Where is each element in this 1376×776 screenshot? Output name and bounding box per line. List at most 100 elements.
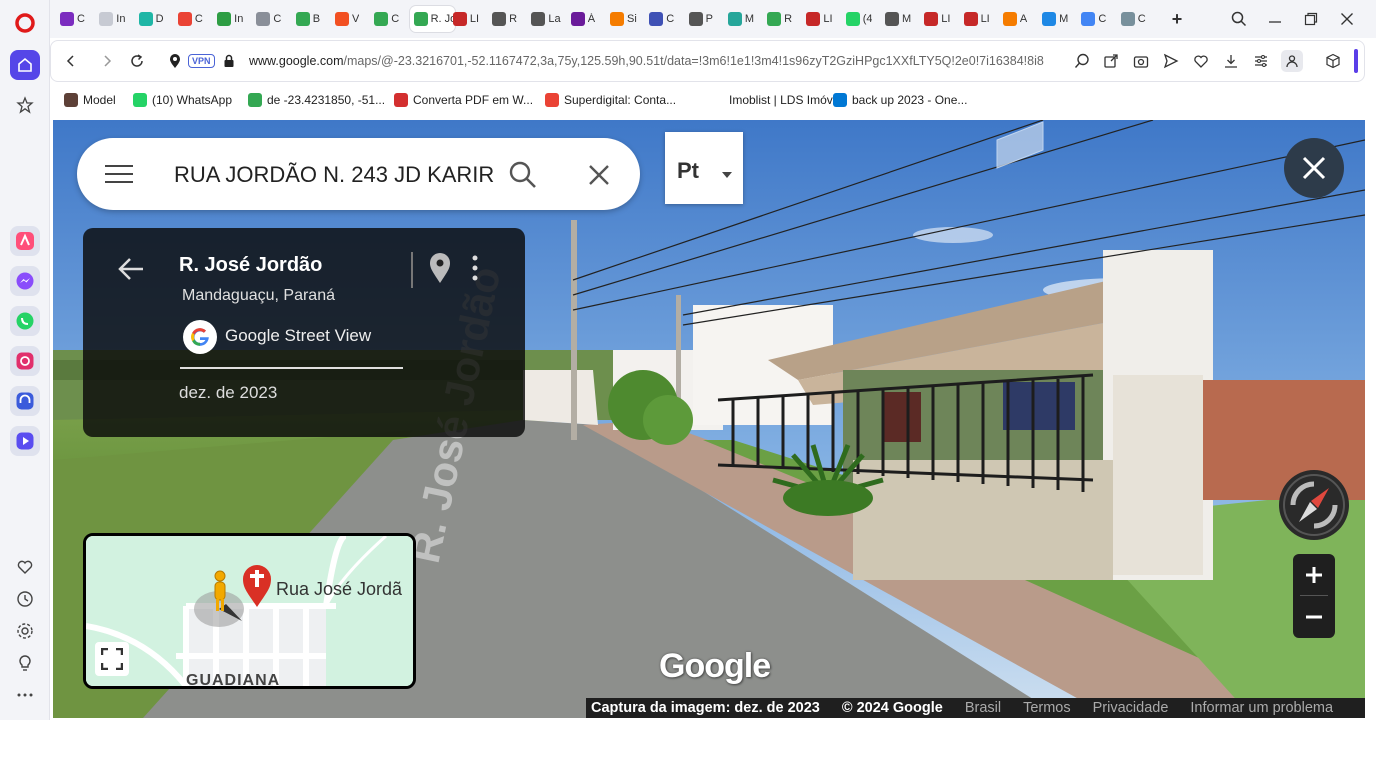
aria-icon[interactable] (10, 226, 40, 256)
browser-tab[interactable]: La (527, 6, 564, 32)
browser-tab[interactable]: R (763, 6, 800, 32)
minimize-icon[interactable] (1264, 8, 1286, 30)
history-clock-icon[interactable] (15, 589, 35, 609)
new-tab-plus-icon[interactable]: + (1166, 8, 1188, 30)
opera-logo-icon[interactable] (15, 13, 35, 33)
zoom-in-button[interactable] (1293, 554, 1335, 596)
bookmark-item[interactable]: de -23.4231850, -51... (248, 92, 385, 108)
dropdown-caret-icon[interactable] (721, 166, 733, 184)
zoom-search-icon[interactable] (1072, 51, 1092, 71)
menu-hamburger-icon[interactable] (105, 164, 133, 189)
bookmark-item[interactable]: Converta PDF em W... (394, 92, 533, 108)
extensions-cube-icon[interactable] (1323, 51, 1343, 71)
heart-bookmark-icon[interactable] (1191, 51, 1211, 71)
browser-tab[interactable]: C (1117, 6, 1154, 32)
browser-tab[interactable]: (4 (842, 6, 879, 32)
browser-tab[interactable]: P (685, 6, 722, 32)
browser-tab[interactable]: C (370, 6, 407, 32)
music-player-icon[interactable] (10, 386, 40, 416)
bookmark-item[interactable]: back up 2023 - One... (833, 92, 967, 108)
browser-tab[interactable]: V (331, 6, 368, 32)
browser-tab[interactable]: LI (960, 6, 997, 32)
bookmark-item[interactable]: Superdigital: Conta... (545, 92, 676, 108)
bookmark-label: back up 2023 - One... (852, 93, 968, 107)
browser-tab[interactable]: R (488, 6, 525, 32)
lock-icon[interactable] (219, 51, 239, 71)
location-pin-icon[interactable] (165, 51, 185, 71)
more-dots-icon[interactable] (15, 685, 35, 705)
browser-tab[interactable]: LI (920, 6, 957, 32)
back-arrow-icon[interactable] (117, 256, 145, 287)
tab-favicon-icon (99, 12, 114, 26)
forward-arrow-icon[interactable] (97, 51, 117, 71)
easy-setup-icon[interactable] (1251, 51, 1271, 71)
send-icon[interactable] (1161, 51, 1181, 71)
bookmark-item[interactable]: Model (64, 92, 116, 108)
home-icon[interactable] (10, 50, 40, 80)
browser-tab[interactable]: M (881, 6, 918, 32)
capture-date-selector[interactable]: dez. de 2023 (179, 383, 277, 403)
clear-search-icon[interactable] (587, 163, 611, 192)
pegman-icon[interactable] (210, 570, 230, 619)
browser-tab[interactable]: B (292, 6, 329, 32)
zoom-out-button[interactable] (1293, 596, 1335, 638)
browser-tab[interactable]: C (1077, 6, 1114, 32)
lightbulb-icon[interactable] (15, 653, 35, 673)
heart-icon[interactable] (15, 557, 35, 577)
browser-tab[interactable]: C (645, 6, 682, 32)
reload-icon[interactable] (127, 51, 147, 71)
back-arrow-icon[interactable] (61, 51, 81, 71)
bookmark-item[interactable]: (10) WhatsApp (133, 92, 232, 108)
footer-link-country[interactable]: Brasil (965, 700, 1001, 716)
close-street-view-button[interactable] (1284, 138, 1344, 198)
camera-snapshot-icon[interactable] (1131, 51, 1151, 71)
player-icon[interactable] (10, 426, 40, 456)
search-icon[interactable] (509, 161, 537, 194)
browser-tab[interactable]: M (724, 6, 761, 32)
browser-tab[interactable]: C (56, 6, 93, 32)
tab-label: In (116, 13, 126, 25)
search-input[interactable]: RUA JORDÃO N. 243 JD KARIR (174, 162, 504, 188)
street-view-viewport[interactable]: R. José Jordão RUA JORDÃO N. 243 JD KARI… (53, 120, 1365, 718)
footer-link-report-problem[interactable]: Informar um problema (1190, 700, 1333, 716)
star-icon[interactable] (15, 95, 35, 115)
street-view-source-link[interactable]: Google Street View (225, 326, 371, 346)
browser-tab[interactable]: In (95, 6, 132, 32)
browser-tab[interactable]: Si (606, 6, 643, 32)
vpn-badge[interactable]: VPN (188, 54, 215, 68)
minimap[interactable]: Rua José Jordã GUADIANA (83, 533, 416, 689)
messenger-icon[interactable] (10, 266, 40, 296)
tab-favicon-icon (452, 12, 467, 26)
whatsapp-icon[interactable] (10, 306, 40, 336)
browser-tab[interactable]: LI (802, 6, 839, 32)
browser-tab[interactable]: Á (567, 6, 604, 32)
browser-tab[interactable]: LI (449, 6, 486, 32)
browser-tab[interactable]: A (999, 6, 1036, 32)
input-tools-button[interactable]: Pt (665, 132, 743, 204)
compass-control[interactable] (1279, 470, 1349, 540)
settings-gear-icon[interactable] (15, 621, 35, 641)
minimap-street-label: Rua José Jordã (276, 579, 403, 599)
restore-window-icon[interactable] (1300, 8, 1322, 30)
expand-map-button[interactable] (95, 642, 129, 676)
browser-tab[interactable]: M (1038, 6, 1075, 32)
footer-link-privacy[interactable]: Privacidade (1093, 700, 1169, 716)
bookmark-item[interactable]: Imoblist | LDS Imóv... (710, 92, 842, 108)
instagram-icon[interactable] (10, 346, 40, 376)
browser-tab[interactable]: In (213, 6, 250, 32)
url-field[interactable]: www.google.com/maps/@-23.3216701,-52.116… (249, 54, 1059, 68)
more-options-icon[interactable] (471, 254, 479, 287)
browser-tab[interactable]: D (135, 6, 172, 32)
sidebar-toggle-indicator[interactable] (1354, 49, 1358, 73)
browser-tab[interactable]: C (174, 6, 211, 32)
tab-label: In (234, 13, 244, 25)
place-pin-icon[interactable] (429, 252, 451, 289)
browser-tab[interactable]: C (252, 6, 289, 32)
download-icon[interactable] (1221, 51, 1241, 71)
footer-link-terms[interactable]: Termos (1023, 700, 1071, 716)
google-logo: Google (659, 647, 771, 685)
share-icon[interactable] (1101, 51, 1121, 71)
tab-search-icon[interactable] (1228, 8, 1250, 30)
profile-icon[interactable] (1281, 50, 1303, 72)
close-window-icon[interactable] (1336, 8, 1358, 30)
